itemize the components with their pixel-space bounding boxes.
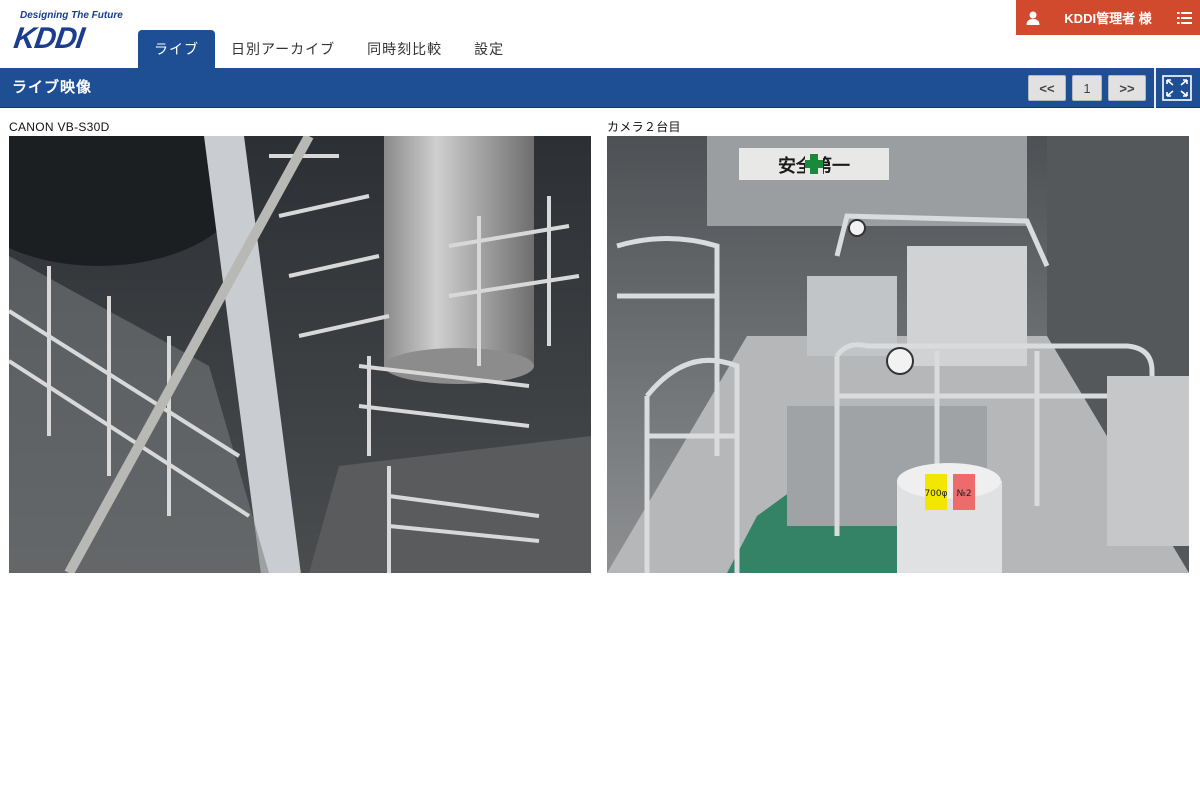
camera-feed-2[interactable]: 安全第一: [607, 136, 1189, 573]
camera-feed-1[interactable]: [9, 136, 591, 573]
user-icon: [1016, 0, 1050, 35]
page-number[interactable]: 1: [1072, 75, 1102, 101]
tab-live[interactable]: ライブ: [138, 30, 215, 68]
pager: << 1 >>: [1028, 75, 1146, 101]
user-menu[interactable]: KDDI管理者 様: [1016, 0, 1200, 35]
camera-name: カメラ２台目: [607, 120, 681, 134]
page-title: ライブ映像: [12, 79, 93, 96]
prev-page-button[interactable]: <<: [1028, 75, 1066, 101]
divider: [1154, 68, 1156, 108]
logo-tagline: Designing The Future: [20, 10, 123, 21]
live-video-bar: ライブ映像 << 1 >>: [0, 68, 1200, 108]
camera-panel-1: CANON VB-S30D: [9, 118, 591, 573]
camera-name: CANON VB-S30D: [9, 120, 110, 134]
main-tabs: ライブ 日別アーカイブ 同時刻比較 設定: [138, 30, 520, 68]
list-menu-icon[interactable]: [1170, 0, 1200, 35]
user-name: KDDI管理者 様: [1064, 11, 1152, 26]
tab-same-time-compare[interactable]: 同時刻比較: [351, 30, 458, 68]
pipe-size-tag: 700φ: [924, 489, 947, 499]
fullscreen-icon[interactable]: [1160, 73, 1194, 103]
pipe-number-tag: №2: [956, 489, 971, 499]
kddi-logo[interactable]: Designing The Future KDDI: [11, 10, 123, 56]
tab-settings[interactable]: 設定: [458, 30, 520, 68]
next-page-button[interactable]: >>: [1108, 75, 1146, 101]
camera-panel-2: カメラ２台目 安全第一: [607, 118, 1189, 573]
logo-wordmark: KDDI: [11, 22, 86, 55]
app-header: Designing The Future KDDI ライブ 日別アーカイブ 同時…: [0, 0, 1200, 68]
tab-daily-archive[interactable]: 日別アーカイブ: [215, 30, 351, 68]
